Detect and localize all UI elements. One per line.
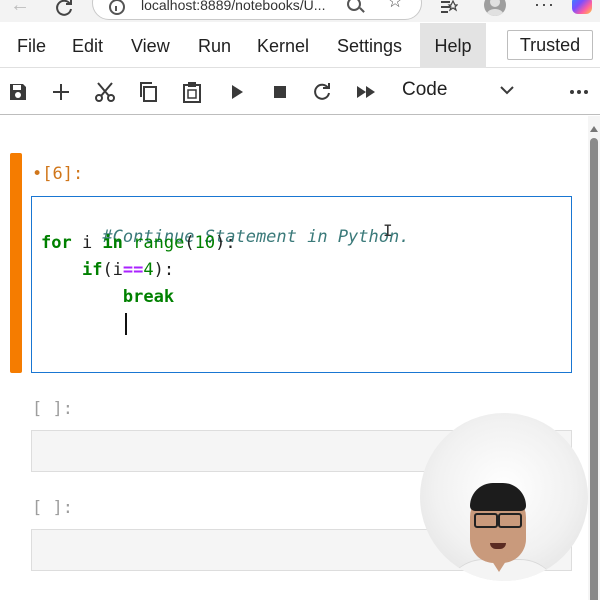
code-keyword: for [41, 233, 72, 253]
profile-avatar-icon[interactable] [484, 0, 506, 16]
cell-prompt: •[6]: [32, 164, 84, 184]
code-line: for i in range(10): [41, 232, 236, 254]
cell-collapser[interactable] [10, 153, 22, 373]
presenter-glasses [472, 513, 524, 528]
add-icon[interactable] [50, 81, 72, 103]
code-line: break [41, 286, 174, 308]
mouse-cursor-icon: I [383, 221, 393, 240]
presenter-hair [470, 483, 526, 511]
browser-toolbar: ← localhost:8889/notebooks/U... ☆ ··· [0, 0, 600, 22]
code-line: if(i==4): [41, 259, 174, 281]
zoom-icon[interactable] [347, 0, 361, 11]
code-number: 4 [143, 260, 154, 280]
webcam-overlay [420, 413, 588, 581]
cell-type-select[interactable]: Code [396, 77, 522, 107]
menu-kernel[interactable]: Kernel [249, 23, 317, 68]
menu-help[interactable]: Help [420, 23, 486, 68]
code-line: #Continue Statement in Python. [41, 204, 409, 247]
text-cursor [125, 313, 127, 335]
code-punct: ( [184, 233, 195, 253]
code-punct: ): [215, 233, 236, 253]
menu-file[interactable]: File [9, 23, 54, 68]
stop-icon[interactable] [269, 81, 291, 103]
run-icon[interactable] [226, 81, 248, 103]
more-icon[interactable] [568, 81, 590, 103]
menu-bar: File Edit View Run Kernel Settings Help … [0, 23, 600, 68]
code-name: i [71, 233, 103, 253]
site-info-icon[interactable] [109, 0, 125, 15]
fast-forward-icon[interactable] [355, 81, 377, 103]
chevron-down-icon [498, 81, 516, 99]
cell-type-label: Code [402, 79, 448, 100]
favorite-star-icon[interactable]: ☆ [387, 0, 403, 12]
cut-icon[interactable] [94, 81, 116, 103]
code-builtin: range [122, 233, 185, 253]
menu-settings[interactable]: Settings [329, 23, 410, 68]
menu-edit[interactable]: Edit [64, 23, 111, 68]
code-editor[interactable]: #Continue Statement in Python. for i in … [31, 196, 572, 373]
cell-prompt: [ ]: [32, 399, 73, 419]
code-punct: ): [153, 260, 175, 280]
notebook-toolbar: Code [0, 69, 600, 115]
address-bar[interactable]: localhost:8889/notebooks/U... ☆ [92, 0, 422, 20]
restart-icon[interactable] [311, 81, 333, 103]
code-keyword: in [102, 233, 123, 253]
code-number: 10 [194, 233, 216, 253]
scrollbar-thumb[interactable] [590, 138, 598, 600]
cell-prompt: [ ]: [32, 498, 73, 518]
favorites-list-icon[interactable] [440, 0, 459, 17]
scroll-up-icon[interactable] [590, 126, 598, 132]
paste-icon[interactable] [181, 81, 203, 103]
save-icon[interactable] [7, 81, 29, 103]
back-icon[interactable]: ← [8, 0, 32, 18]
code-operator: == [122, 260, 144, 280]
code-punct: (i [102, 260, 123, 280]
trusted-badge[interactable]: Trusted [507, 30, 593, 60]
menu-view[interactable]: View [123, 23, 178, 68]
reload-icon[interactable] [52, 0, 76, 18]
address-text[interactable]: localhost:8889/notebooks/U... [141, 0, 331, 13]
browser-menu-icon[interactable]: ··· [534, 0, 555, 15]
code-keyword: if [81, 260, 103, 280]
copilot-icon[interactable] [572, 0, 592, 14]
menu-run[interactable]: Run [190, 23, 239, 68]
copy-icon[interactable] [137, 81, 159, 103]
code-keyword: break [122, 287, 175, 307]
